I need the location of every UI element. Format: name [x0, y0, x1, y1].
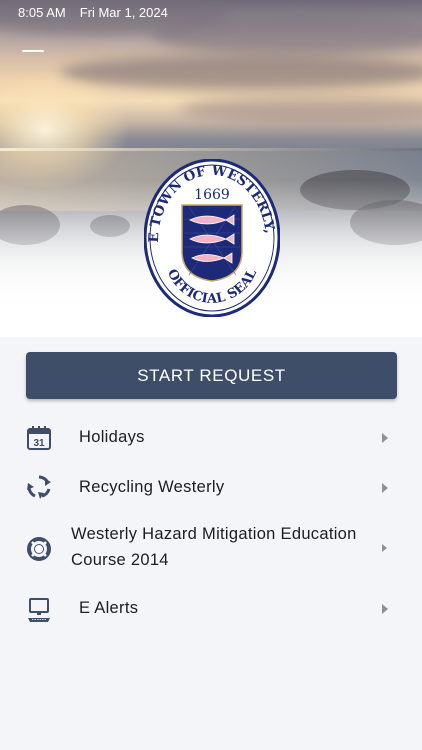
- status-bar: 8:05 AM Fri Mar 1, 2024: [18, 5, 168, 20]
- list-item-e-alerts[interactable]: E Alerts: [0, 584, 422, 634]
- svg-text:1669: 1669: [194, 187, 230, 203]
- list-item-hazard-course[interactable]: Westerly Hazard Mitigation Education Cou…: [0, 512, 422, 584]
- chevron-right-icon: [382, 604, 388, 614]
- hamburger-menu-icon[interactable]: [22, 50, 44, 64]
- list-item-label: E Alerts: [79, 599, 139, 617]
- status-date: Fri Mar 1, 2024: [79, 5, 168, 20]
- recycle-icon: [27, 475, 51, 499]
- list-item-holidays[interactable]: 31 Holidays: [0, 412, 422, 462]
- calendar-icon: 31: [27, 426, 51, 450]
- status-time: 8:05 AM: [18, 5, 66, 20]
- list-item-label: Recycling Westerly: [79, 478, 225, 496]
- list-item-recycling[interactable]: Recycling Westerly: [0, 462, 422, 512]
- menu-list: 31 Holidays Recycling Westerly Westerly …: [0, 412, 422, 634]
- start-request-button[interactable]: START REQUEST: [26, 352, 397, 399]
- chevron-right-icon: [382, 433, 388, 443]
- chevron-right-icon: [382, 483, 388, 493]
- computer-icon: [28, 598, 50, 622]
- svg-text:31: 31: [33, 438, 45, 449]
- list-item-label: Westerly Hazard Mitigation Education Cou…: [71, 525, 357, 569]
- town-seal-logo: THE TOWN OF WESTERLY, R.I. OFFICIAL SEAL…: [144, 159, 280, 317]
- lifebuoy-icon: [27, 537, 51, 561]
- chevron-right-icon: [382, 544, 387, 552]
- list-item-label: Holidays: [79, 428, 145, 446]
